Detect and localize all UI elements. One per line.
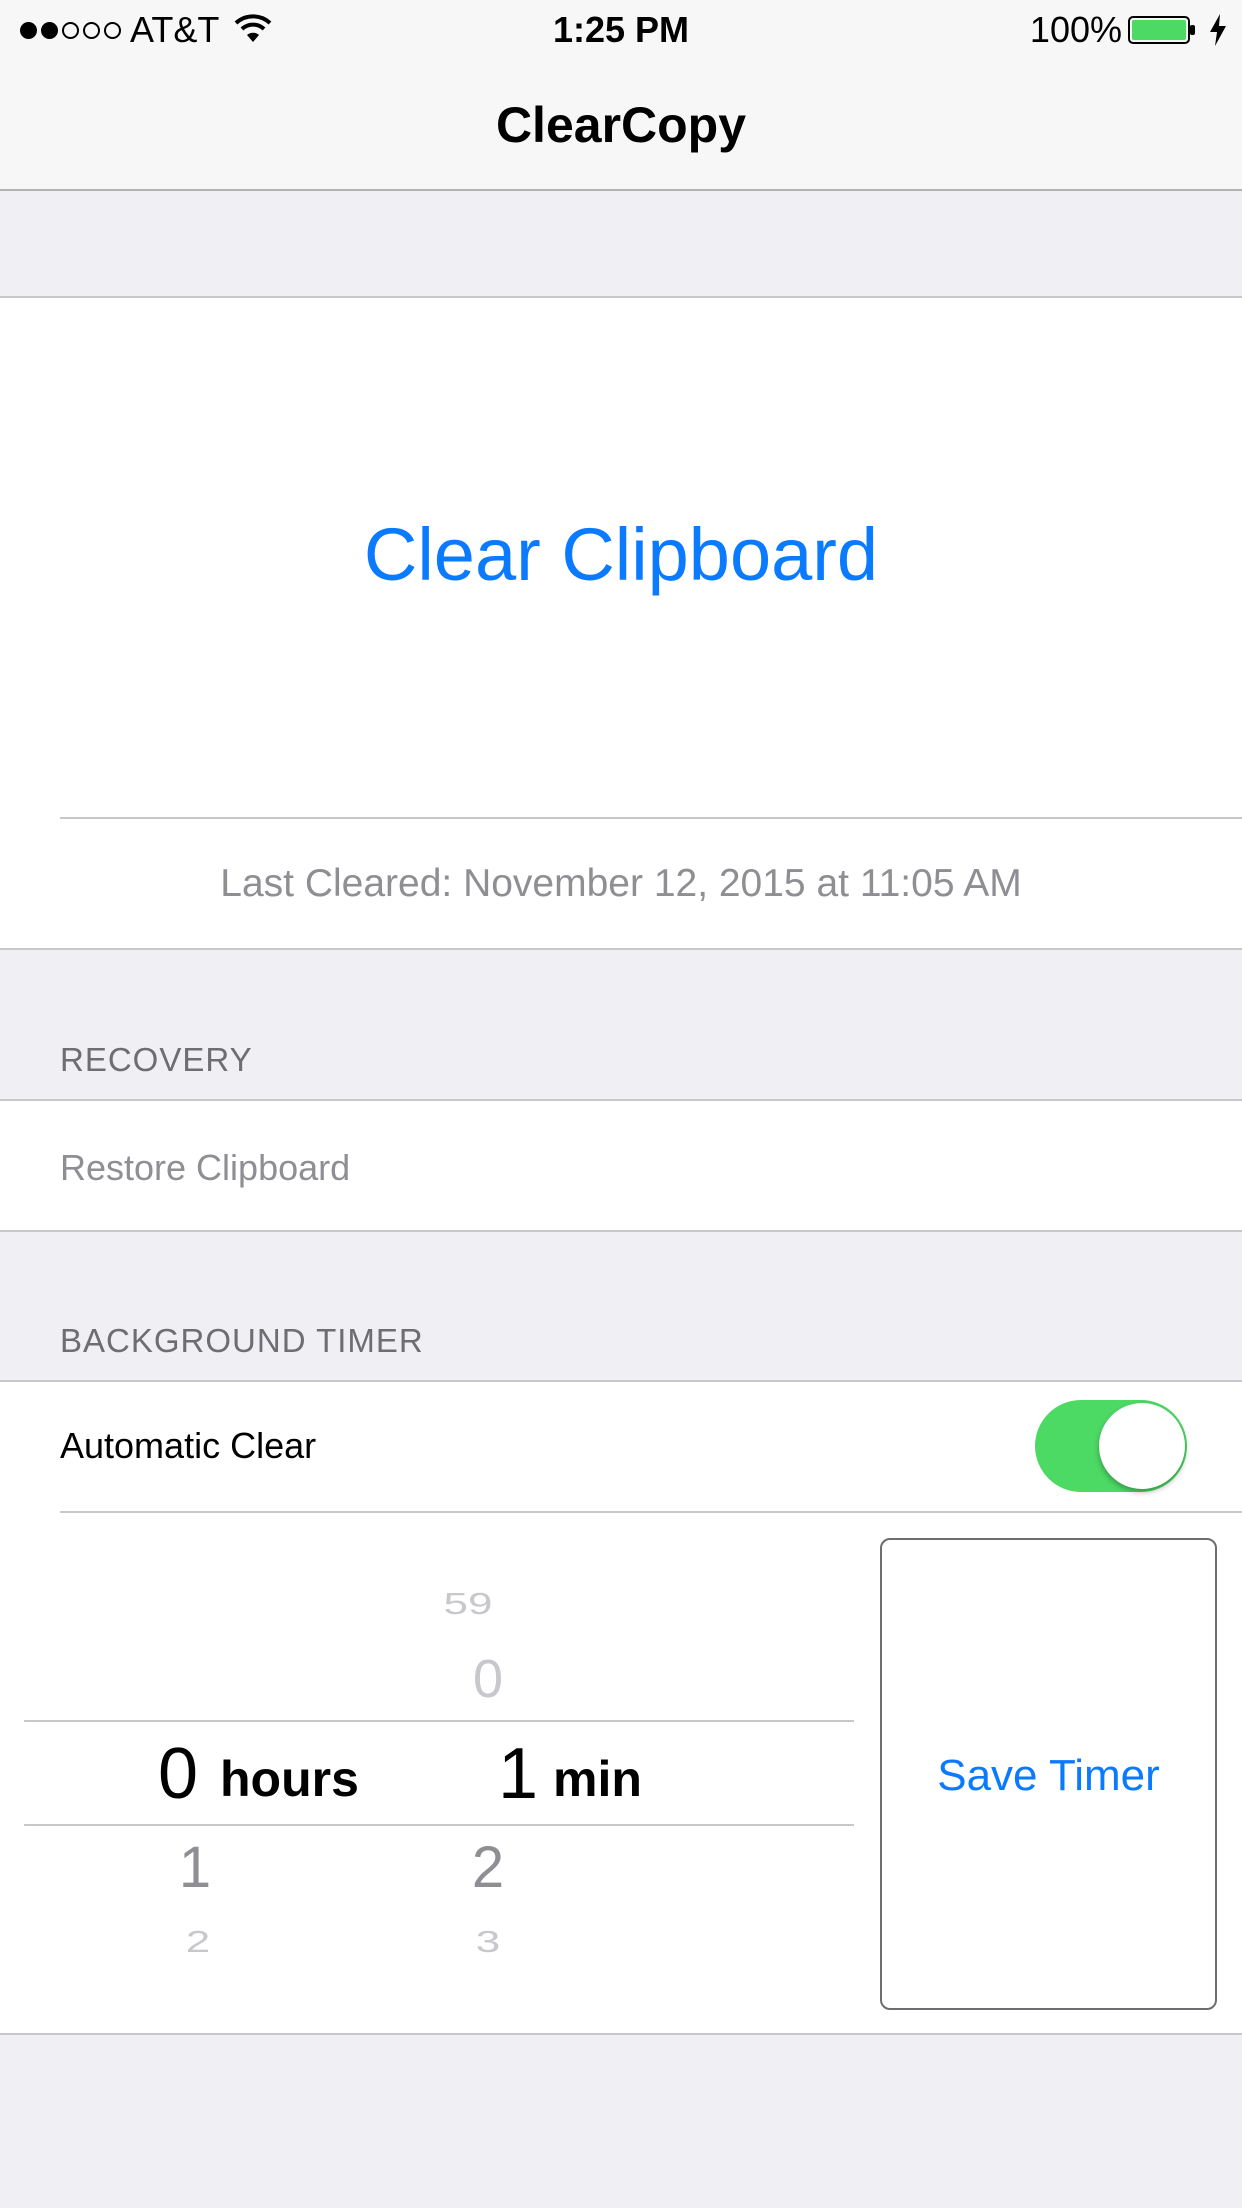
nav-title: ClearCopy [495,97,747,153]
switch-knob [1099,1403,1185,1489]
separator [0,1230,1242,1232]
automatic-clear-label: Automatic Clear [60,1425,317,1466]
battery-percentage: 100% [1029,9,1122,50]
save-timer-label[interactable]: Save Timer [880,1750,1217,1802]
picker-minute-option[interactable]: 0 [448,1649,528,1709]
charging-bolt-icon [1210,14,1226,46]
automatic-clear-switch[interactable] [1035,1400,1187,1492]
picker-minutes-selected[interactable]: 1 [478,1736,558,1812]
picker-selection-line [24,1720,854,1722]
clear-clipboard-button[interactable]: Clear Clipboard [0,510,1242,600]
picker-hours-unit: hours [220,1751,359,1807]
picker-minutes-unit: min [553,1751,642,1807]
separator [60,1511,1242,1513]
picker-selection-line [24,1824,854,1826]
separator [0,2033,1242,2035]
last-cleared-text: Last Cleared: November 12, 2015 at 11:05… [220,862,1022,905]
picker-minute-option[interactable]: 2 [448,1838,528,1898]
background-timer-section-header: BACKGROUND TIMER [60,1322,424,1359]
recovery-section-header: RECOVERY [60,1041,253,1078]
separator [0,948,1242,950]
picker-hours-selected[interactable]: 0 [138,1736,218,1812]
separator [60,817,1242,819]
restore-clipboard-label[interactable]: Restore Clipboard [60,1146,350,1190]
battery-icon [1128,16,1195,44]
clear-section [0,298,1242,948]
picker-minute-option[interactable]: 59 [428,1587,508,1621]
picker-minute-option[interactable]: 3 [448,1925,528,1959]
picker-hour-option[interactable]: 2 [158,1925,238,1959]
picker-hour-option[interactable]: 1 [155,1838,235,1898]
